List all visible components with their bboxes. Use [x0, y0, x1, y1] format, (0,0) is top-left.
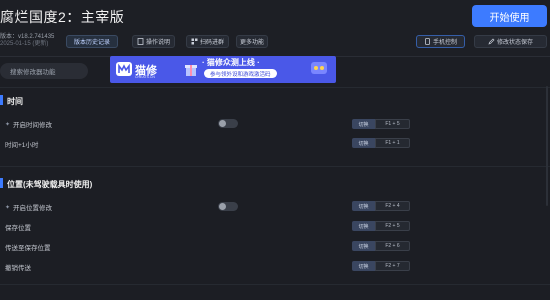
more-features-button[interactable]: 更多功能	[236, 35, 268, 48]
hotkey-switch-button[interactable]: 切换	[352, 221, 375, 231]
version-text: 版本：v18.2.741435	[0, 34, 55, 40]
row-label: 传送至保存位置	[5, 245, 51, 252]
hotkey-time-plus-hour[interactable]: 切换 F1 + 1	[352, 138, 410, 148]
row-label: 撤销传送	[5, 265, 31, 272]
version-date: 2025-01-15 (更新)	[0, 41, 49, 47]
hotkey-switch-button[interactable]: 切换	[352, 138, 375, 148]
brand-logo-icon	[116, 62, 132, 76]
section-title-position: 位置(未驾驶载具时使用)	[7, 180, 93, 189]
row-undo-teleport: 撤销传送	[5, 262, 31, 272]
row-label: 开启时间修改	[13, 122, 53, 129]
banner-headline: · 猫修众测上线 ·	[202, 58, 260, 67]
search-input[interactable]: 搜索修改器功能	[0, 63, 88, 79]
hotkey-value: F2 + 6	[375, 241, 410, 251]
save-state-button[interactable]: 修改状态保存	[474, 35, 547, 48]
scrollbar[interactable]	[546, 86, 548, 206]
phone-icon	[424, 38, 431, 45]
help-label: 操作说明	[145, 40, 170, 46]
hotkey-undo-teleport[interactable]: 切换 F2 + 7	[352, 261, 410, 271]
hotkey-value: F1 + 5	[375, 119, 410, 129]
time-toggle-switch[interactable]	[218, 119, 238, 128]
hotkey-switch-button[interactable]: 切换	[352, 119, 375, 129]
row-save-position: 保存位置	[5, 222, 31, 232]
banner-brand-sub: CHEATS.CN	[135, 75, 155, 79]
row-time-toggle: ✦ 开启时间修改	[5, 119, 53, 130]
hotkey-value: F1 + 1	[375, 138, 410, 148]
section-title-time: 时间	[7, 97, 23, 106]
hotkey-switch-button[interactable]: 切换	[352, 241, 375, 251]
section-divider	[0, 166, 550, 167]
scan-button[interactable]: 扫码进群	[186, 35, 229, 48]
top-bar: 腐烂国度2：主宰版 版本：v18.2.741435 2025-01-15 (更新…	[0, 0, 550, 56]
hotkey-switch-button[interactable]: 切换	[352, 201, 375, 211]
version-info: 版本：v18.2.741435 2025-01-15 (更新)	[0, 34, 54, 48]
hotkey-teleport-saved[interactable]: 切换 F2 + 6	[352, 241, 410, 251]
phone-control-label: 手机控制	[432, 40, 457, 46]
section-divider	[0, 284, 550, 285]
app-title: 腐烂国度2：主宰版	[0, 9, 125, 25]
version-history-button[interactable]: 版本历史记录	[66, 35, 118, 48]
position-toggle-switch[interactable]	[218, 202, 238, 211]
hotkey-value: F2 + 4	[375, 201, 410, 211]
hotkey-switch-button[interactable]: 切换	[352, 261, 375, 271]
section-divider	[0, 87, 550, 88]
edit-icon	[488, 38, 495, 45]
star-badge-icon	[310, 59, 328, 75]
search-placeholder: 搜索修改器功能	[10, 69, 56, 76]
hotkey-value: F2 + 5	[375, 221, 410, 231]
hotkey-save-position[interactable]: 切换 F2 + 5	[352, 221, 410, 231]
row-label: 开启位置修改	[13, 205, 53, 212]
qr-code-icon	[191, 38, 198, 45]
row-teleport-saved: 传送至保存位置	[5, 242, 51, 252]
row-position-toggle: ✦ 开启位置修改	[5, 202, 53, 213]
sparkle-icon: ✦	[5, 204, 11, 211]
row-label: 时间+1小时	[5, 142, 39, 149]
phone-control-button[interactable]: 手机控制	[416, 35, 465, 48]
promo-banner[interactable]: 猫修 CHEATS.CN · 猫修众测上线 · 参与领外设和游戏激活码	[110, 56, 336, 83]
start-button[interactable]: 开始使用	[472, 5, 547, 27]
section-marker	[0, 95, 3, 105]
sparkle-icon: ✦	[5, 121, 11, 128]
save-state-label: 修改状态保存	[496, 40, 533, 46]
gift-icon	[184, 60, 198, 78]
help-button[interactable]: 操作说明	[132, 35, 175, 48]
section-marker	[0, 178, 3, 188]
row-label: 保存位置	[5, 225, 31, 232]
row-time-plus-hour: 时间+1小时	[5, 139, 38, 149]
document-icon	[137, 38, 144, 45]
hotkey-time-toggle[interactable]: 切换 F1 + 5	[352, 119, 410, 129]
hotkey-position-toggle[interactable]: 切换 F2 + 4	[352, 201, 410, 211]
scan-label: 扫码进群	[199, 40, 224, 46]
hotkey-value: F2 + 7	[375, 261, 410, 271]
banner-subline: 参与领外设和游戏激活码	[204, 69, 277, 78]
